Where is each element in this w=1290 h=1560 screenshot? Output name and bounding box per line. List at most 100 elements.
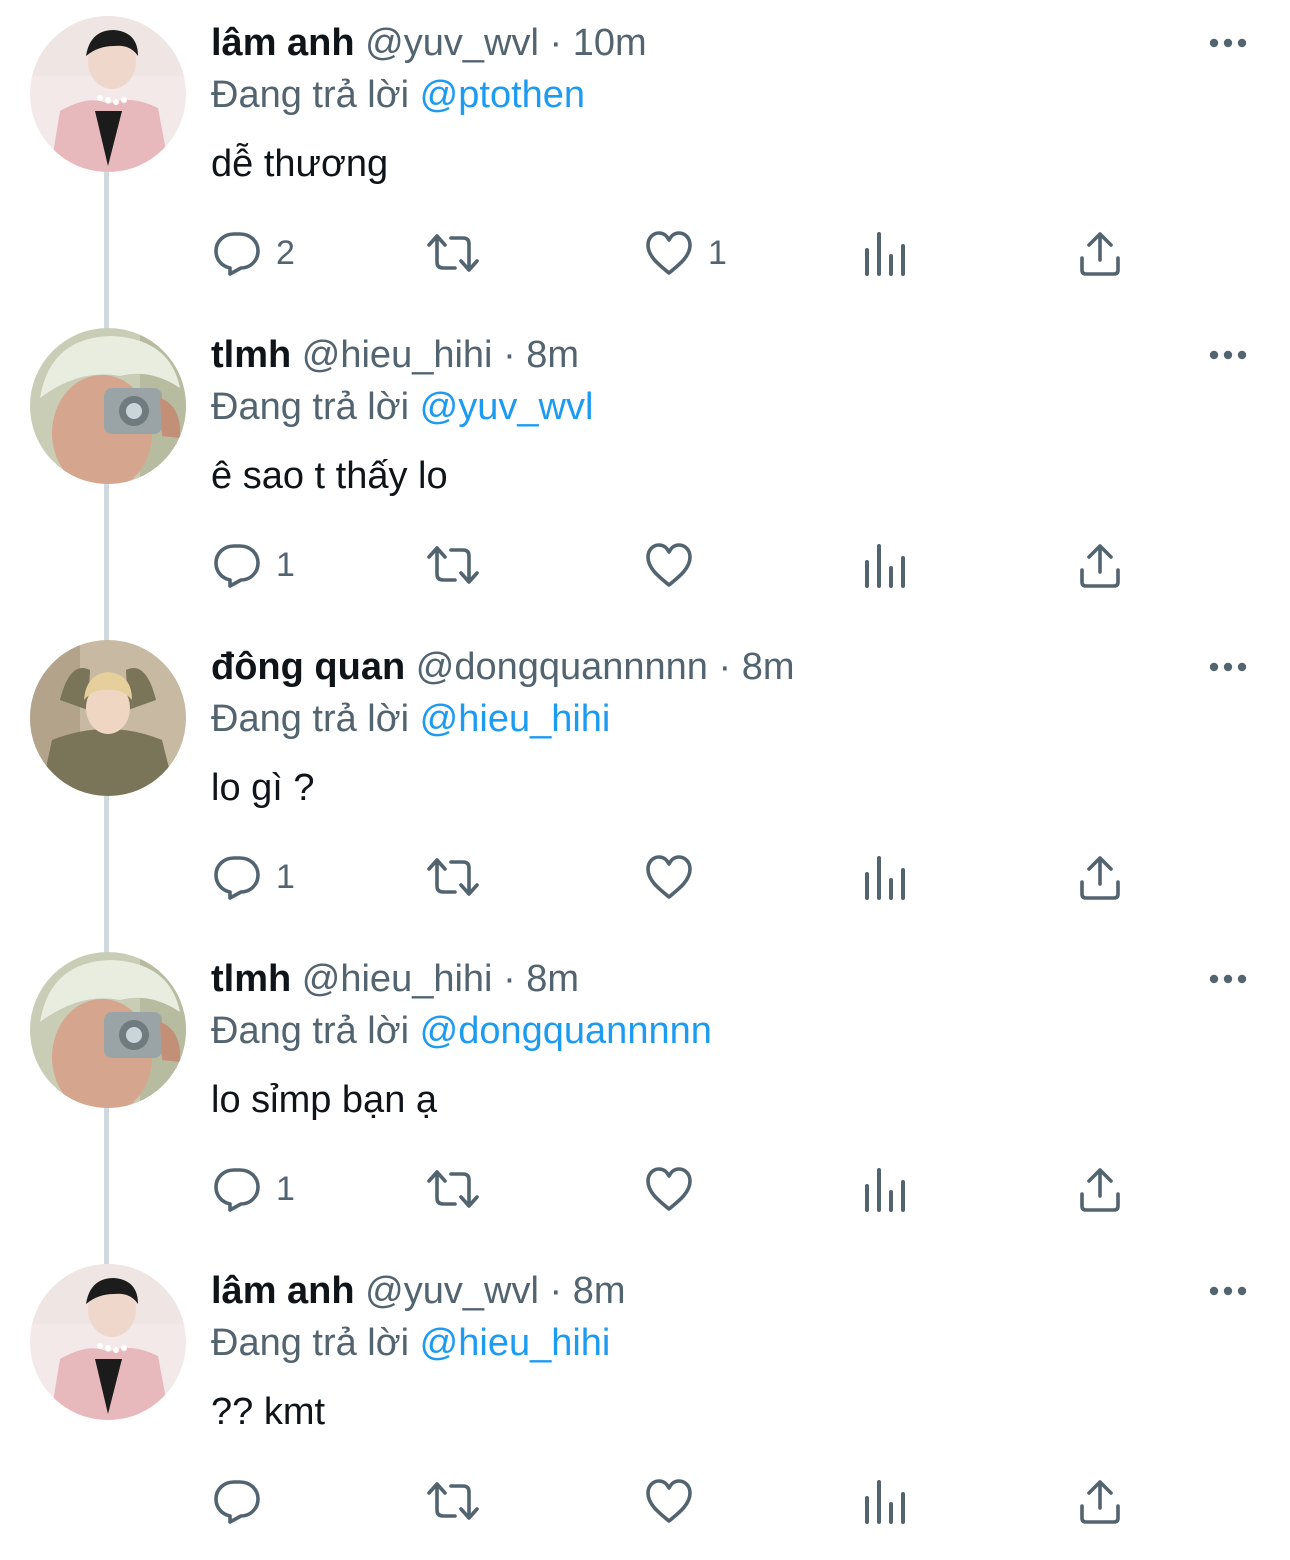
- tweet-header: đông quan @dongquannnnn · 8m: [211, 642, 795, 692]
- replying-to-label: Đang trả lời: [211, 698, 410, 740]
- mention-link[interactable]: @yuv_wvl: [420, 386, 594, 428]
- retweet-button[interactable]: [425, 1164, 481, 1214]
- like-button[interactable]: [644, 1164, 708, 1214]
- share-icon: [1077, 228, 1123, 278]
- timestamp[interactable]: 8m: [526, 958, 579, 1000]
- like-button[interactable]: 1: [644, 228, 727, 278]
- mention-link[interactable]: @hieu_hihi: [420, 1322, 611, 1364]
- more-icon[interactable]: [1206, 964, 1250, 994]
- more-icon[interactable]: [1206, 1276, 1250, 1306]
- replying-to: Đang trả lời @hieu_hihi: [211, 694, 610, 744]
- username[interactable]: @hieu_hihi: [302, 334, 493, 376]
- reply-count: 1: [276, 545, 295, 584]
- replying-to: Đang trả lời @yuv_wvl: [211, 382, 593, 432]
- username[interactable]: @dongquannnnn: [416, 646, 708, 688]
- views-button[interactable]: [862, 228, 908, 278]
- reply-count: 1: [276, 857, 295, 896]
- username[interactable]: @yuv_wvl: [365, 1270, 539, 1312]
- mention-link[interactable]: @dongquannnnn: [420, 1010, 712, 1052]
- display-name[interactable]: tlmh: [211, 958, 291, 1000]
- avatar[interactable]: [30, 1264, 186, 1420]
- like-icon: [644, 228, 694, 278]
- timestamp[interactable]: 8m: [526, 334, 579, 376]
- share-button[interactable]: [1077, 1164, 1123, 1214]
- avatar[interactable]: [30, 328, 186, 484]
- tweet-actions: [0, 1448, 1290, 1558]
- reply-icon: [212, 852, 262, 902]
- tweet-actions: 1: [0, 1136, 1290, 1246]
- views-icon: [862, 540, 908, 590]
- tweet[interactable]: lâm anh @yuv_wvl · 10m Đang trả lời @pto…: [0, 0, 1290, 330]
- retweet-button[interactable]: [425, 1476, 481, 1526]
- retweet-button[interactable]: [425, 852, 481, 902]
- username[interactable]: @yuv_wvl: [365, 22, 539, 64]
- tweet-text: ?? kmt: [211, 1391, 326, 1433]
- retweet-icon: [425, 1164, 481, 1214]
- avatar[interactable]: [30, 640, 186, 796]
- views-button[interactable]: [862, 1164, 908, 1214]
- share-icon: [1077, 1476, 1123, 1526]
- retweet-icon: [425, 540, 481, 590]
- reply-count: 2: [276, 233, 295, 272]
- share-button[interactable]: [1077, 852, 1123, 902]
- separator-dot: ·: [549, 1270, 573, 1312]
- retweet-button[interactable]: [425, 540, 481, 590]
- reply-thread: lâm anh @yuv_wvl · 10m Đang trả lời @pto…: [0, 0, 1290, 1535]
- display-name[interactable]: lâm anh: [211, 1270, 355, 1312]
- views-icon: [862, 228, 908, 278]
- reply-icon: [212, 1476, 262, 1526]
- tweet[interactable]: tlmh @hieu_hihi · 8m Đang trả lời @dongq…: [0, 936, 1290, 1266]
- share-icon: [1077, 852, 1123, 902]
- like-icon: [644, 852, 694, 902]
- timestamp[interactable]: 8m: [573, 1270, 626, 1312]
- share-button[interactable]: [1077, 228, 1123, 278]
- username[interactable]: @hieu_hihi: [302, 958, 493, 1000]
- retweet-button[interactable]: [425, 228, 481, 278]
- reply-button[interactable]: 1: [212, 540, 295, 590]
- like-button[interactable]: [644, 540, 708, 590]
- views-button[interactable]: [862, 1476, 908, 1526]
- reply-button[interactable]: [212, 1476, 276, 1526]
- more-icon[interactable]: [1206, 652, 1250, 682]
- views-button[interactable]: [862, 540, 908, 590]
- avatar[interactable]: [30, 16, 186, 172]
- tweet[interactable]: đông quan @dongquannnnn · 8m Đang trả lờ…: [0, 624, 1290, 954]
- like-icon: [644, 1164, 694, 1214]
- tweet[interactable]: lâm anh @yuv_wvl · 8m Đang trả lời @hieu…: [0, 1248, 1290, 1560]
- replying-to-label: Đang trả lời: [211, 386, 410, 428]
- like-icon: [644, 1476, 694, 1526]
- tweet-header: lâm anh @yuv_wvl · 8m: [211, 1266, 625, 1316]
- display-name[interactable]: tlmh: [211, 334, 291, 376]
- share-button[interactable]: [1077, 540, 1123, 590]
- views-button[interactable]: [862, 852, 908, 902]
- like-icon: [644, 540, 694, 590]
- like-button[interactable]: [644, 852, 708, 902]
- tweet-header: tlmh @hieu_hihi · 8m: [211, 330, 579, 380]
- reply-button[interactable]: 1: [212, 852, 295, 902]
- replying-to: Đang trả lời @hieu_hihi: [211, 1318, 610, 1368]
- views-icon: [862, 852, 908, 902]
- reply-button[interactable]: 2: [212, 228, 295, 278]
- separator-dot: ·: [503, 334, 527, 376]
- tweet-text: lo sỉmp bạn ạ: [211, 1079, 438, 1121]
- tweet-actions: 1: [0, 824, 1290, 934]
- avatar[interactable]: [30, 952, 186, 1108]
- timestamp[interactable]: 8m: [742, 646, 795, 688]
- like-button[interactable]: [644, 1476, 708, 1526]
- display-name[interactable]: lâm anh: [211, 22, 355, 64]
- share-button[interactable]: [1077, 1476, 1123, 1526]
- more-icon[interactable]: [1206, 340, 1250, 370]
- tweet-header: lâm anh @yuv_wvl · 10m: [211, 18, 647, 68]
- views-icon: [862, 1164, 908, 1214]
- replying-to: Đang trả lời @ptothen: [211, 70, 585, 120]
- display-name[interactable]: đông quan: [211, 646, 405, 688]
- mention-link[interactable]: @hieu_hihi: [420, 698, 611, 740]
- reply-button[interactable]: 1: [212, 1164, 295, 1214]
- tweet-text: ê sao t thấy lo: [211, 455, 448, 497]
- replying-to-label: Đang trả lời: [211, 1322, 410, 1364]
- mention-link[interactable]: @ptothen: [420, 74, 585, 116]
- separator-dot: ·: [718, 646, 742, 688]
- tweet[interactable]: tlmh @hieu_hihi · 8m Đang trả lời @yuv_w…: [0, 312, 1290, 642]
- more-icon[interactable]: [1206, 28, 1250, 58]
- timestamp[interactable]: 10m: [573, 22, 647, 64]
